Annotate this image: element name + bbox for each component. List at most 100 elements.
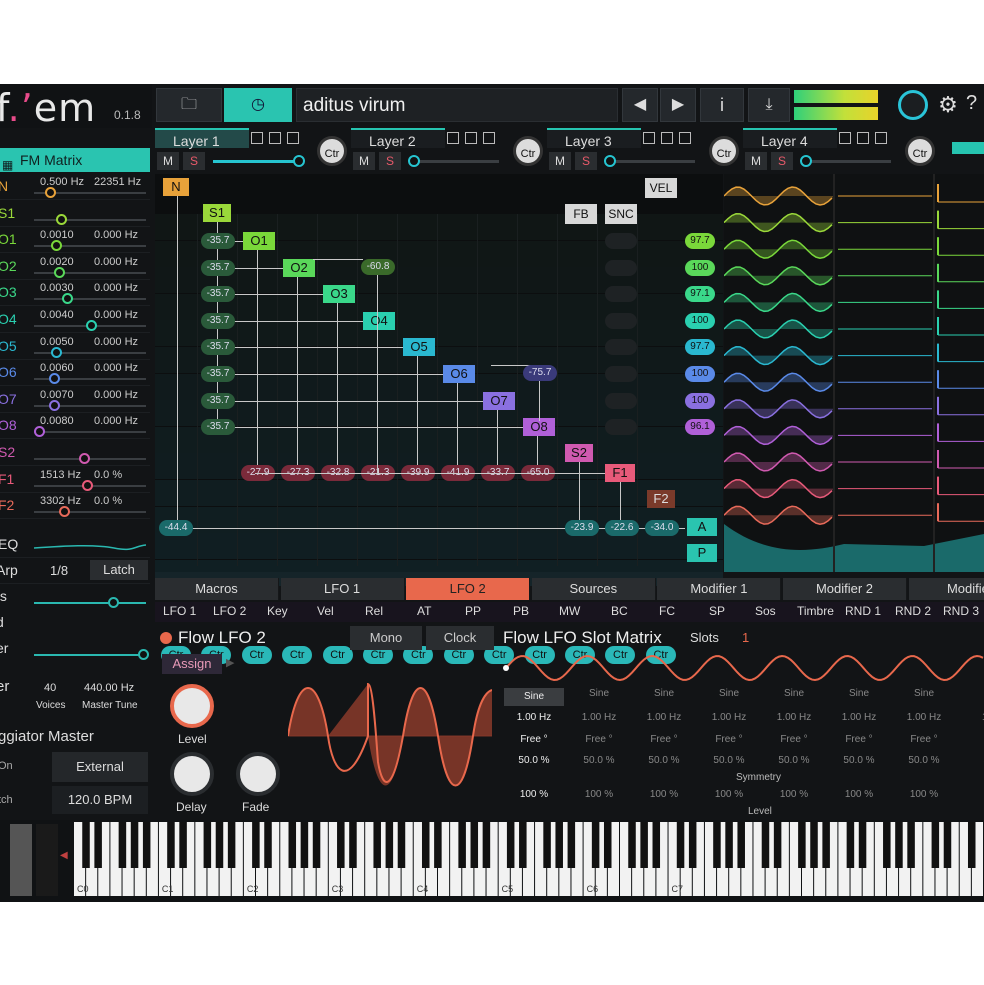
operator-slider-handle[interactable] (50, 240, 62, 252)
slot-sym[interactable]: 50.0 % (569, 755, 629, 766)
black-key[interactable] (773, 822, 782, 868)
operator-slider-handle[interactable] (58, 506, 70, 518)
slot-mode[interactable]: Free ° (569, 734, 629, 745)
sync-toggle[interactable] (605, 259, 637, 276)
filter1-node[interactable]: F1 (605, 464, 635, 482)
slot-rate[interactable]: 1.00 Hz (504, 712, 564, 723)
operator-ratio[interactable]: 1513 Hz (40, 469, 81, 481)
mod-source-vel[interactable]: Vel (317, 604, 334, 618)
black-key[interactable] (288, 822, 297, 868)
prev-preset-button[interactable]: ◀ (622, 88, 658, 122)
save-icon[interactable] (483, 132, 495, 144)
layer-mute-button[interactable]: M (549, 152, 571, 170)
black-key[interactable] (373, 822, 381, 868)
arp-latch-button[interactable]: Latch (90, 560, 148, 580)
velocity-amount[interactable]: 97.7 (685, 233, 715, 249)
black-key[interactable] (725, 822, 733, 868)
mod-source-mw[interactable]: MW (559, 604, 580, 618)
output-amount[interactable]: -44.4 (159, 520, 193, 536)
paste-icon[interactable] (269, 132, 281, 144)
sync-toggle[interactable] (605, 312, 637, 329)
velocity-amount[interactable]: 100 (685, 312, 715, 329)
slot-shape[interactable]: Sine (634, 688, 694, 699)
paste-icon[interactable] (465, 132, 477, 144)
mod-source-bc[interactable]: BC (611, 604, 628, 618)
layer-volume-handle[interactable] (407, 155, 420, 167)
operator-node-o3[interactable]: O3 (323, 285, 355, 304)
sub1-amount[interactable]: -35.7 (201, 392, 235, 409)
black-key[interactable] (943, 822, 952, 868)
sub1-amount[interactable]: -35.7 (201, 286, 235, 303)
black-key[interactable] (810, 822, 818, 868)
black-key[interactable] (82, 822, 90, 868)
ctr-button[interactable]: Ctr (282, 646, 313, 664)
slot-shape[interactable]: S (959, 688, 984, 699)
slot-rate[interactable]: 1.00 Hz (699, 712, 759, 723)
black-key[interactable] (907, 822, 915, 868)
black-key[interactable] (167, 822, 175, 868)
layer-volume-slider[interactable] (407, 155, 499, 167)
mod-wheel[interactable] (36, 824, 58, 896)
fx-row-1[interactable]: ts (0, 584, 150, 610)
tab-modifier[interactable]: Modifier (908, 578, 984, 600)
slot-sym[interactable]: 50.0 % (829, 755, 889, 766)
black-key[interactable] (931, 822, 940, 868)
operator-slider-handle[interactable] (78, 453, 90, 464)
mono-button[interactable]: Mono (350, 626, 422, 650)
sub1-node[interactable]: S1 (203, 204, 231, 222)
pitch-wheel[interactable] (10, 824, 32, 896)
sync-toggle[interactable] (605, 419, 637, 436)
slot-sym[interactable]: 50.0 % (894, 755, 954, 766)
output-amount[interactable]: -23.9 (565, 520, 599, 536)
black-key[interactable] (434, 822, 442, 868)
layer-volume-handle[interactable] (603, 155, 616, 167)
layer-extra-button[interactable] (952, 142, 984, 154)
sub1-amount[interactable]: -35.7 (201, 419, 235, 436)
black-key[interactable] (543, 822, 551, 868)
black-key[interactable] (142, 822, 151, 868)
tab-lfo-1[interactable]: LFO 1 (280, 578, 405, 600)
layer-solo-button[interactable]: S (379, 152, 401, 170)
operator-slider-handle[interactable] (56, 213, 68, 225)
velocity-amount[interactable]: 100 (685, 366, 715, 382)
black-key[interactable] (688, 822, 697, 868)
copy-icon[interactable] (447, 132, 459, 144)
slot-level[interactable]: 100 % (504, 789, 564, 800)
tab-modifier-1[interactable]: Modifier 1 (657, 578, 782, 600)
slot-sym[interactable]: 50.0 % (764, 755, 824, 766)
fx-slider-3-handle[interactable] (138, 649, 149, 660)
layer-solo-button[interactable]: S (183, 152, 205, 170)
slot-level[interactable]: 100 % (634, 789, 694, 800)
operator-ratio[interactable]: 0.0080 (40, 415, 74, 427)
layer-tab-1[interactable]: Layer 1 (155, 128, 249, 149)
info-button[interactable]: i (700, 88, 744, 122)
black-key[interactable] (603, 822, 612, 868)
operator-offset[interactable]: 0.000 Hz (94, 256, 138, 268)
mod-source-lfo-1[interactable]: LFO 1 (163, 604, 196, 618)
black-key[interactable] (252, 822, 260, 868)
fx-row-3[interactable]: er (0, 636, 150, 662)
operator-offset[interactable]: 0.0 % (94, 469, 122, 481)
operator-ratio[interactable]: 0.500 Hz (40, 176, 84, 188)
black-key[interactable] (822, 822, 830, 868)
black-key[interactable] (967, 822, 976, 868)
operator-slider-handle[interactable] (54, 266, 66, 278)
layer-volume-slider[interactable] (799, 155, 891, 167)
noise-node[interactable]: N (163, 178, 189, 196)
slot-sym[interactable]: 50 (959, 755, 984, 766)
black-key[interactable] (179, 822, 187, 868)
settings-button[interactable]: ⚙ (934, 92, 962, 120)
ctr-button[interactable]: Ctr (322, 646, 353, 664)
slot-mode[interactable]: Free ° (829, 734, 889, 745)
black-key[interactable] (628, 822, 636, 868)
operator-slider[interactable] (34, 458, 146, 460)
operator-node-o2[interactable]: O2 (283, 258, 315, 277)
layer-solo-button[interactable]: S (771, 152, 793, 170)
lfo-level-knob[interactable] (170, 684, 214, 728)
slot-sym[interactable]: 50.0 % (699, 755, 759, 766)
slot-level[interactable]: 10 (959, 789, 984, 800)
fx-slider-1-handle[interactable] (108, 597, 119, 608)
slot-level[interactable]: 100 % (894, 789, 954, 800)
slot-mode[interactable]: Free ° (699, 734, 759, 745)
operator-offset[interactable]: 0.000 Hz (94, 282, 138, 294)
